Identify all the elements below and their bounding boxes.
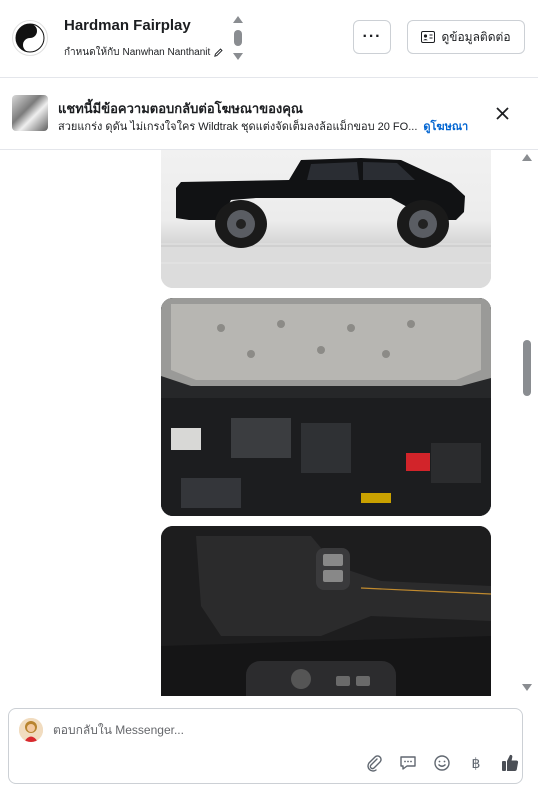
close-icon	[495, 106, 509, 120]
contact-card-icon	[421, 31, 436, 43]
contact-name[interactable]: Hardman Fairplay	[64, 17, 191, 34]
next-arrow-icon[interactable]	[233, 53, 243, 60]
ad-description-text: สวยแกร่ง ดุดัน ไม่เกรงใจใคร Wildtrak ชุด…	[58, 121, 418, 133]
ad-banner-description: สวยแกร่ง ดุดัน ไม่เกรงใจใคร Wildtrak ชุด…	[58, 117, 468, 135]
ad-thumbnail[interactable]	[12, 95, 48, 131]
view-ad-link[interactable]: ดูโฆษณา	[423, 117, 468, 135]
emoji-icon	[434, 755, 450, 771]
paperclip-icon	[367, 755, 382, 772]
conversation-nav-scroller[interactable]	[232, 16, 244, 60]
pencil-icon[interactable]	[213, 47, 224, 58]
assigned-user: Nanwhan Nanthanit	[122, 47, 211, 58]
scrollbar-thumb[interactable]	[523, 340, 531, 396]
composer-toolbar: ฿	[364, 751, 520, 775]
assigned-label: กำหนดให้กับ	[64, 47, 120, 58]
previous-arrow-icon[interactable]	[233, 16, 243, 23]
view-contact-button[interactable]: ดูข้อมูลติดต่อ	[407, 20, 525, 54]
message-composer: ฿	[8, 708, 523, 784]
close-banner-button[interactable]	[492, 103, 512, 123]
svg-text:฿: ฿	[472, 756, 481, 772]
payment-button[interactable]: ฿	[466, 753, 486, 773]
reply-input[interactable]	[53, 723, 453, 737]
scroll-down-arrow-icon[interactable]	[522, 684, 532, 691]
user-avatar	[19, 718, 43, 742]
emoji-button[interactable]	[432, 753, 452, 773]
baht-icon: ฿	[472, 756, 481, 772]
like-button[interactable]	[500, 753, 520, 773]
yin-yang-icon	[15, 23, 45, 53]
message-photo-engine-bay[interactable]	[161, 298, 491, 516]
attach-button[interactable]	[364, 753, 384, 773]
thread-scrollbar[interactable]	[520, 150, 534, 696]
ad-reply-banner: แชทนี้มีข้อความตอบกลับต่อโฆษณาของคุณ สวย…	[0, 78, 538, 150]
message-photo-truck-side[interactable]	[161, 150, 491, 288]
message-photo-door-interior[interactable]	[161, 526, 491, 696]
quick-reply-button[interactable]	[398, 753, 418, 773]
message-thread[interactable]	[0, 150, 520, 696]
scroll-handle[interactable]	[234, 30, 242, 46]
ad-banner-title: แชทนี้มีข้อความตอบกลับต่อโฆษณาของคุณ	[58, 101, 303, 116]
quick-reply-icon	[400, 756, 416, 770]
more-options-button[interactable]: ···	[353, 20, 391, 54]
scroll-up-arrow-icon[interactable]	[522, 154, 532, 161]
conversation-header: Hardman Fairplay กำหนดให้กับ Nanwhan Nan…	[0, 0, 538, 78]
view-contact-label: ดูข้อมูลติดต่อ	[441, 29, 511, 44]
thumbs-up-icon	[502, 754, 519, 771]
contact-avatar[interactable]	[12, 20, 48, 56]
assignment-info[interactable]: กำหนดให้กับ Nanwhan Nanthanit	[64, 45, 224, 60]
